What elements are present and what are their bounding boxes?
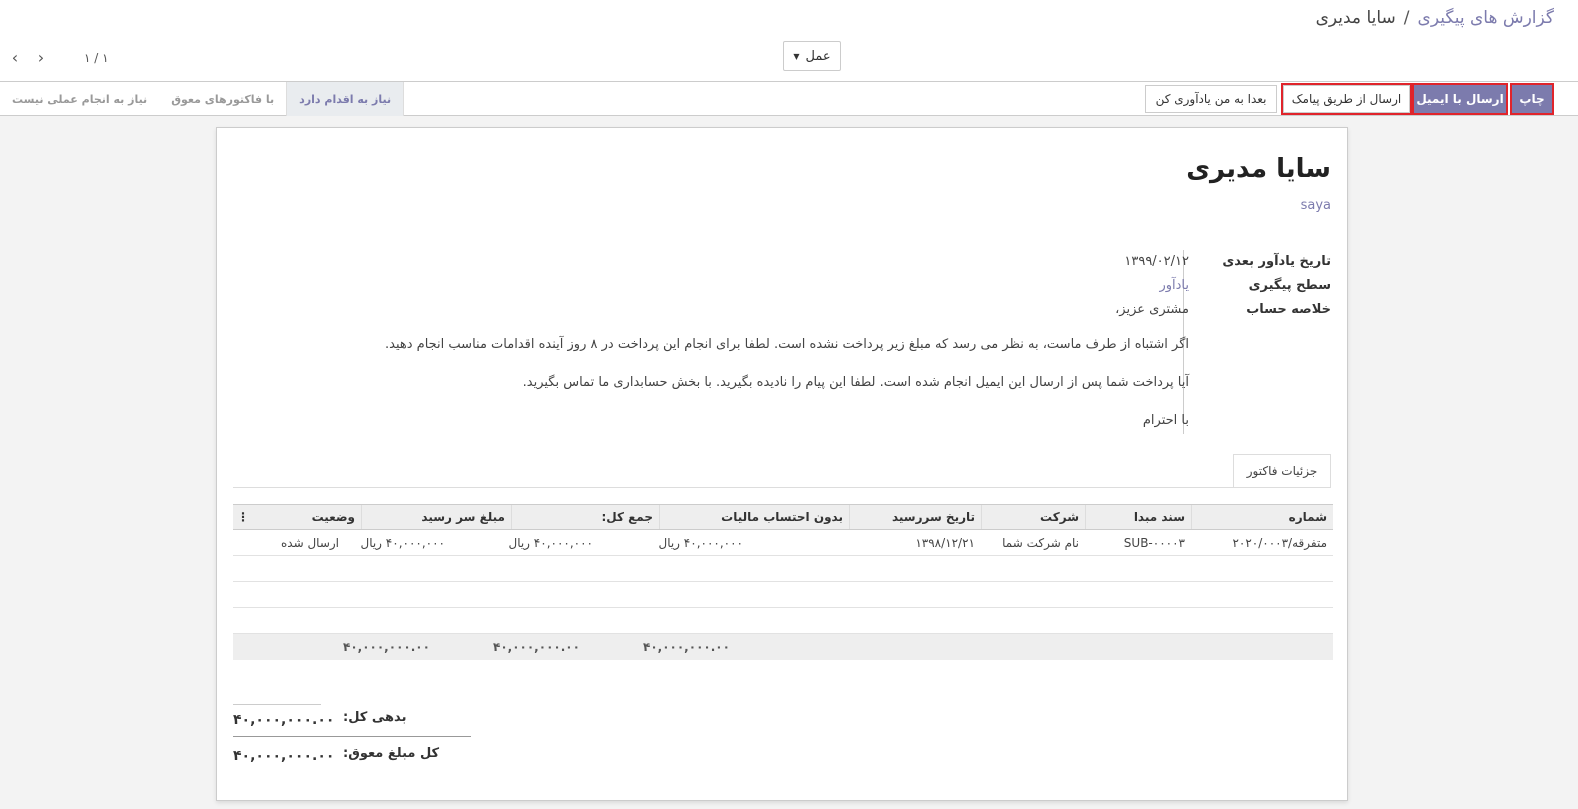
print-button[interactable]: چاپ (1510, 83, 1554, 115)
control-panel: گزارش های پیگیری / سایا مدیری ‹ › ۱ / ۱ … (0, 0, 1578, 82)
table-row-empty (233, 556, 1333, 582)
footer-total: ۴۰,۰۰۰,۰۰۰.۰۰ (493, 640, 580, 654)
total-due-value: ۴۰,۰۰۰,۰۰۰.۰۰ (233, 712, 335, 728)
cell-untaxed: ۴۰,۰۰۰,۰۰۰ ریال (658, 536, 743, 550)
total-due-label: بدهی کل: (343, 710, 407, 725)
table-row[interactable]: متفرقه/۲۰۲۰/۰۰۰۳ SUB-۰۰۰۰۳ نام شرکت شما … (233, 530, 1333, 556)
table-header: شماره سند مبدا شرکت تاریخ سررسید بدون اح… (233, 504, 1333, 530)
totals-block: بدهی کل: ۴۰,۰۰۰,۰۰۰.۰۰ کل مبلغ معوق: ۴۰,… (233, 704, 473, 772)
footer-amount-due: ۴۰,۰۰۰,۰۰۰.۰۰ (343, 640, 430, 654)
col-number[interactable]: شماره (1191, 505, 1333, 529)
cell-due-date: ۱۳۹۸/۱۲/۲۱ (915, 536, 975, 550)
total-due-divider (233, 704, 321, 705)
summary-closing: با احترام (1142, 413, 1189, 428)
total-due-row: بدهی کل: ۴۰,۰۰۰,۰۰۰.۰۰ (233, 704, 473, 737)
record-title: سایا مدیری (1186, 154, 1331, 184)
form-statusbar: چاپ ارسال با ایمیل ارسال از طریق پیامک ب… (0, 82, 1578, 116)
stage-action-needed[interactable]: نیاز به اقدام دارد (286, 82, 405, 116)
stage-overdue-invoices[interactable]: با فاکتورهای معوق (159, 82, 286, 116)
summary-line-2: آیا پرداخت شما پس از ارسال این ایمیل انج… (522, 375, 1189, 390)
table-row-empty (233, 608, 1333, 634)
cell-company: نام شرکت شما (1002, 536, 1079, 550)
col-untaxed[interactable]: بدون احتساب مالیات (659, 505, 849, 529)
form-sheet: سایا مدیری saya تاریخ یادآور بعدی سطح پی… (216, 127, 1348, 801)
stage-selector: نیاز به انجام عملی نیست با فاکتورهای معو… (0, 82, 405, 116)
col-amount-due[interactable]: مبلغ سر رسید (361, 505, 511, 529)
partner-ref-link[interactable]: saya (1301, 198, 1331, 213)
field-values: ۱۳۹۹/۰۲/۱۲ یادآور مشتری عزیز، اگر اشتباه… (385, 250, 1189, 430)
chevron-right-icon[interactable]: › (34, 48, 48, 67)
send-email-button[interactable]: ارسال با ایمیل (1412, 83, 1508, 115)
breadcrumb-parent-link[interactable]: گزارش های پیگیری (1418, 8, 1554, 28)
caret-down-icon: ▼ (793, 51, 800, 61)
label-next-reminder: تاریخ یادآور بعدی (1222, 254, 1331, 269)
tab-divider (233, 487, 1331, 488)
cell-status: ارسال شده (280, 536, 339, 550)
label-followup-level: سطح پیگیری (1248, 278, 1331, 293)
action-menu-button[interactable]: عمل ▼ (783, 41, 841, 71)
pager-value[interactable]: ۱ / ۱ (84, 51, 109, 65)
cell-source: SUB-۰۰۰۰۳ (1123, 536, 1185, 550)
column-options-icon[interactable]: ⋮ (237, 505, 249, 529)
total-overdue-row: کل مبلغ معوق: ۴۰,۰۰۰,۰۰۰.۰۰ (233, 740, 473, 772)
col-company[interactable]: شرکت (981, 505, 1085, 529)
cell-number: متفرقه/۲۰۲۰/۰۰۰۳ (1232, 536, 1327, 550)
col-source[interactable]: سند مبدا (1085, 505, 1191, 529)
table-row-empty (233, 582, 1333, 608)
total-overdue-label: کل مبلغ معوق: (343, 746, 440, 761)
summary-greeting: مشتری عزیز، (1115, 302, 1189, 317)
col-status[interactable]: وضعیت (251, 505, 361, 529)
total-overdue-value: ۴۰,۰۰۰,۰۰۰.۰۰ (233, 748, 335, 764)
followup-level-link[interactable]: یادآور (385, 274, 1189, 298)
cell-amount-due: ۴۰,۰۰۰,۰۰۰ ریال (360, 536, 445, 550)
chevron-left-icon[interactable]: ‹ (8, 48, 22, 67)
tab-invoice-details[interactable]: جزئیات فاکتور (1233, 454, 1331, 488)
col-total[interactable]: جمع کل: (511, 505, 659, 529)
breadcrumb: گزارش های پیگیری / سایا مدیری (1316, 8, 1554, 28)
footer-untaxed: ۴۰,۰۰۰,۰۰۰.۰۰ (643, 640, 730, 654)
label-account-summary: خلاصه حساب (1246, 302, 1331, 317)
send-sms-button[interactable]: ارسال از طریق پیامک (1281, 83, 1412, 115)
summary-line-1: اگر اشتباه از طرف ماست، به نظر می رسد که… (385, 337, 1189, 352)
table-footer: ۴۰,۰۰۰,۰۰۰.۰۰ ۴۰,۰۰۰,۰۰۰.۰۰ ۴۰,۰۰۰,۰۰۰.۰… (233, 634, 1333, 660)
next-reminder-date[interactable]: ۱۳۹۹/۰۲/۱۲ (385, 250, 1189, 274)
stage-no-action[interactable]: نیاز به انجام عملی نیست (0, 82, 159, 116)
col-due-date[interactable]: تاریخ سررسید (849, 505, 981, 529)
breadcrumb-current: سایا مدیری (1315, 8, 1396, 28)
total-divider (233, 736, 471, 737)
cell-total: ۴۰,۰۰۰,۰۰۰ ریال (508, 536, 593, 550)
remind-later-button[interactable]: بعدا به من یادآوری کن (1145, 85, 1277, 113)
pager: ‹ › ۱ / ۱ (8, 48, 109, 67)
breadcrumb-separator: / (1403, 8, 1410, 28)
action-menu-label: عمل (805, 48, 831, 64)
field-labels: تاریخ یادآور بعدی سطح پیگیری خلاصه حساب (1191, 250, 1331, 322)
invoice-table: شماره سند مبدا شرکت تاریخ سررسید بدون اح… (233, 504, 1333, 660)
